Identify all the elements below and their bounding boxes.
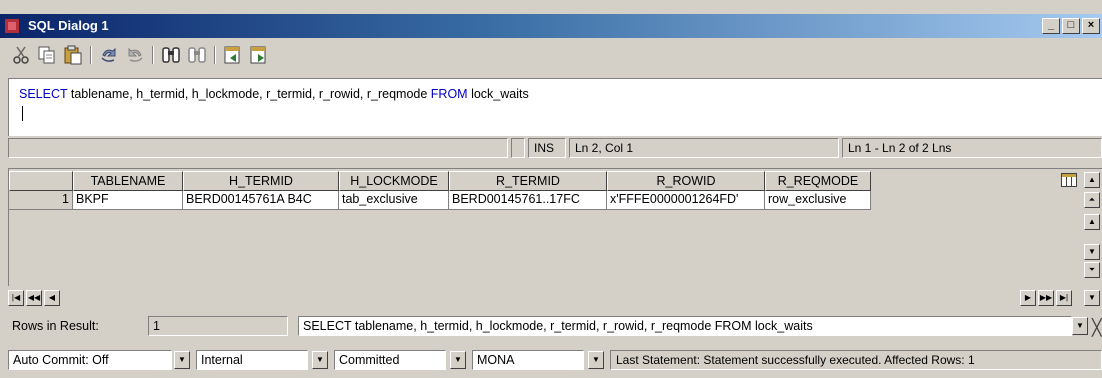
cursor-position: Ln 2, Col 1 [569, 138, 839, 158]
cut-icon[interactable] [10, 44, 32, 66]
grid-navigation-bar: |◀ ◀◀ ◀ ▶ ▶▶ ▶| ▼ [8, 290, 1102, 306]
clear-history-icon[interactable]: ╳ [1092, 318, 1102, 338]
result-info-bar: Rows in Result: 1 SELECT tablename, h_te… [8, 316, 1102, 338]
toolbar [0, 38, 1102, 70]
status-pane-small [511, 138, 525, 158]
rows-in-result-label: Rows in Result: [12, 319, 99, 333]
table-cell[interactable]: BERD00145761..17FC [449, 191, 607, 210]
column-chooser-icon[interactable] [1061, 173, 1077, 187]
line-range: Ln 1 - Ln 2 of 2 Lns [842, 138, 1102, 158]
toolbar-separator [90, 46, 92, 64]
last-record-icon[interactable]: ▶| [1056, 290, 1072, 306]
last-statement-message: Last Statement: Statement successfully e… [610, 350, 1102, 370]
result-grid[interactable]: TABLENAME H_TERMID H_LOCKMODE R_TERMID R… [8, 168, 1102, 286]
window-title: SQL Dialog 1 [28, 18, 109, 33]
table-cell[interactable]: x'FFFE0000001264FD' [607, 191, 765, 210]
replace-icon[interactable] [186, 44, 208, 66]
column-header[interactable]: TABLENAME [73, 171, 183, 191]
row-number-header [9, 171, 73, 191]
history-dropdown-arrow-icon[interactable]: ▼ [1072, 317, 1088, 335]
auto-commit-select[interactable]: Auto Commit: Off [8, 350, 172, 370]
sql-editor[interactable]: SELECT tablename, h_termid, h_lockmode, … [8, 78, 1102, 136]
toolbar-separator [152, 46, 154, 64]
scroll-page-down-icon[interactable]: ⏷ [1084, 262, 1100, 278]
table-cell[interactable]: BKPF [73, 191, 183, 210]
mode-select[interactable]: Internal [196, 350, 308, 370]
editor-status-bar: INS Ln 2, Col 1 Ln 1 - Ln 2 of 2 Lns [8, 138, 1102, 158]
table-cell[interactable]: row_exclusive [765, 191, 871, 210]
scroll-page-up-icon[interactable]: ⏶ [1084, 192, 1100, 208]
export-icon[interactable] [222, 44, 244, 66]
isolation-select[interactable]: Committed [334, 350, 446, 370]
toolbar-separator [214, 46, 216, 64]
previous-record-icon[interactable]: ◀ [44, 290, 60, 306]
vertical-scrollbar[interactable]: ▲ ⏶ ▲ ▼ ⏷ [1082, 172, 1102, 288]
row-number[interactable]: 1 [9, 191, 73, 210]
sql-statement-line: SELECT tablename, h_termid, h_lockmode, … [19, 87, 529, 101]
column-header[interactable]: H_TERMID [183, 171, 339, 191]
next-record-icon[interactable]: ▶ [1020, 290, 1036, 306]
paste-icon[interactable] [62, 44, 84, 66]
scroll-first-icon[interactable]: ▲ [1084, 172, 1100, 188]
isolation-arrow-icon[interactable]: ▼ [450, 351, 466, 369]
column-header[interactable]: R_TERMID [449, 171, 607, 191]
database-arrow-icon[interactable]: ▼ [588, 351, 604, 369]
bottom-status-bar: Auto Commit: Off ▼ Internal ▼ Committed … [8, 350, 1102, 374]
minimize-button[interactable]: _ [1042, 18, 1060, 34]
rows-in-result-value: 1 [148, 316, 288, 336]
scroll-down-icon[interactable]: ▼ [1084, 244, 1100, 260]
auto-commit-arrow-icon[interactable]: ▼ [174, 351, 190, 369]
insert-mode-indicator: INS [528, 138, 566, 158]
column-header[interactable]: R_ROWID [607, 171, 765, 191]
undo-icon[interactable] [98, 44, 120, 66]
app-icon [4, 18, 20, 34]
sql-dialog-window: SQL Dialog 1 _ □ × SELECT tablename, h_t… [0, 0, 1102, 378]
close-button[interactable]: × [1082, 18, 1100, 34]
maximize-button[interactable]: □ [1062, 18, 1080, 34]
sql-keyword-from: FROM [430, 87, 468, 101]
copy-icon[interactable] [36, 44, 58, 66]
column-header[interactable]: H_LOCKMODE [339, 171, 449, 191]
table-cell[interactable]: tab_exclusive [339, 191, 449, 210]
next-page-icon[interactable]: ▶▶ [1038, 290, 1054, 306]
mode-arrow-icon[interactable]: ▼ [312, 351, 328, 369]
first-record-icon[interactable]: |◀ [8, 290, 24, 306]
database-select[interactable]: MONA [472, 350, 584, 370]
previous-page-icon[interactable]: ◀◀ [26, 290, 42, 306]
import-icon[interactable] [248, 44, 270, 66]
text-cursor [22, 106, 23, 121]
sql-history-dropdown[interactable]: SELECT tablename, h_termid, h_lockmode, … [298, 316, 1072, 336]
sql-keyword-select: SELECT [19, 87, 68, 101]
scroll-last-icon[interactable]: ▼ [1084, 290, 1100, 306]
table-cell[interactable]: BERD00145761A B4C [183, 191, 339, 210]
sql-columns: tablename, h_termid, h_lockmode, r_termi… [67, 87, 431, 101]
redo-icon[interactable] [124, 44, 146, 66]
find-icon[interactable] [160, 44, 182, 66]
column-header[interactable]: R_REQMODE [765, 171, 871, 191]
scroll-up-icon[interactable]: ▲ [1084, 214, 1100, 230]
status-pane-blank [8, 138, 508, 158]
title-bar[interactable]: SQL Dialog 1 _ □ × [0, 14, 1102, 38]
sql-table: lock_waits [467, 87, 529, 101]
